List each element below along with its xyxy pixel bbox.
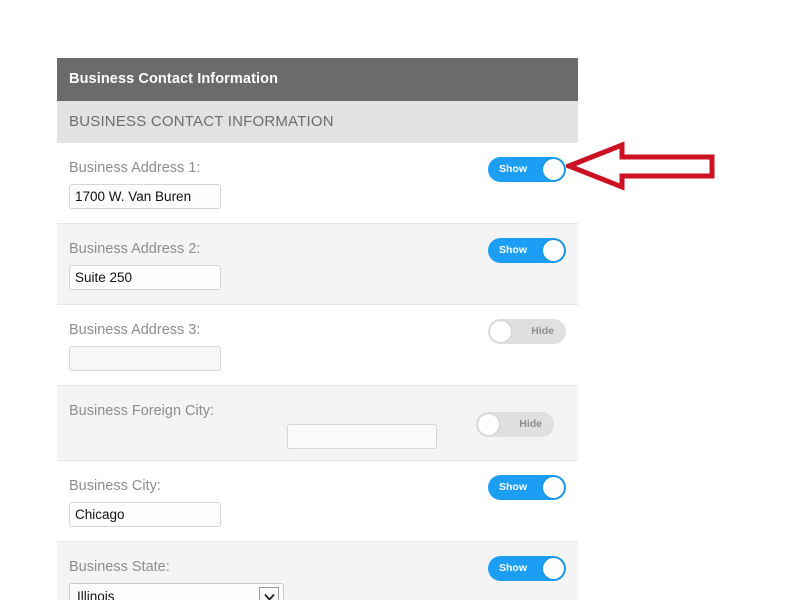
page-root: Business Contact Information BUSINESS CO… <box>0 0 800 600</box>
field-wrapper <box>69 346 566 371</box>
form-rows-container: Business Address 1:ShowBusiness Address … <box>57 143 578 600</box>
field-label: Business Foreign City: <box>69 398 234 424</box>
show-hide-toggle[interactable]: Show <box>488 556 566 581</box>
toggle-label: Show <box>499 238 527 263</box>
text-input[interactable] <box>69 502 221 527</box>
toggle-knob[interactable] <box>490 321 511 342</box>
field-label: Business City: <box>69 473 234 499</box>
show-hide-toggle[interactable]: Show <box>488 238 566 263</box>
toggle-label: Hide <box>531 319 554 344</box>
form-row-inner: Business State: Illinois Show <box>69 554 566 600</box>
toggle-label: Show <box>499 157 527 182</box>
text-input[interactable] <box>69 346 221 371</box>
field-label: Business Address 2: <box>69 236 234 262</box>
form-row: Business Foreign City: Hide <box>57 385 578 461</box>
form-row: Business Address 1: Show <box>57 143 578 223</box>
toggle-label: Show <box>499 475 527 500</box>
toggle-knob[interactable] <box>478 414 499 435</box>
form-row-inner: Business Address 1: Show <box>69 155 566 209</box>
form-row-inner: Business Address 3: Hide <box>69 317 566 371</box>
show-hide-toggle[interactable]: Hide <box>476 412 554 437</box>
form-row-inner: Business Address 2: Show <box>69 236 566 290</box>
show-hide-toggle[interactable]: Show <box>488 475 566 500</box>
field-wrapper <box>69 502 566 527</box>
form-row: Business State: Illinois Show <box>57 541 578 600</box>
toggle-knob[interactable] <box>543 477 564 498</box>
panel-section-title: BUSINESS CONTACT INFORMATION <box>57 101 578 143</box>
select-selected-value: Illinois <box>77 589 115 600</box>
toggle-knob[interactable] <box>543 240 564 261</box>
field-wrapper <box>287 424 437 449</box>
toggle-label: Show <box>499 556 527 581</box>
business-contact-panel: Business Contact Information BUSINESS CO… <box>57 58 578 600</box>
field-label: Business Address 3: <box>69 317 234 343</box>
chevron-down-icon[interactable] <box>259 587 279 600</box>
panel-header-title: Business Contact Information <box>57 58 578 101</box>
form-row-inner: Business Foreign City:Hide <box>69 398 566 424</box>
toggle-knob[interactable] <box>543 159 564 180</box>
state-select[interactable]: Illinois <box>69 583 284 600</box>
show-hide-toggle[interactable]: Hide <box>488 319 566 344</box>
form-row-inner: Business City: Show <box>69 473 566 527</box>
form-row: Business Address 3: Hide <box>57 305 578 385</box>
annotation-arrow-icon <box>566 140 716 192</box>
field-wrapper <box>69 184 566 209</box>
toggle-knob[interactable] <box>543 558 564 579</box>
text-input[interactable] <box>69 184 221 209</box>
show-hide-toggle[interactable]: Show <box>488 157 566 182</box>
form-row: Business Address 2: Show <box>57 223 578 305</box>
text-input[interactable] <box>69 265 221 290</box>
form-row: Business City: Show <box>57 461 578 541</box>
field-label: Business State: <box>69 554 234 580</box>
toggle-label: Hide <box>519 412 542 437</box>
text-input[interactable] <box>287 424 437 449</box>
field-wrapper <box>69 265 566 290</box>
field-label: Business Address 1: <box>69 155 234 181</box>
field-wrapper: Illinois <box>69 583 566 600</box>
